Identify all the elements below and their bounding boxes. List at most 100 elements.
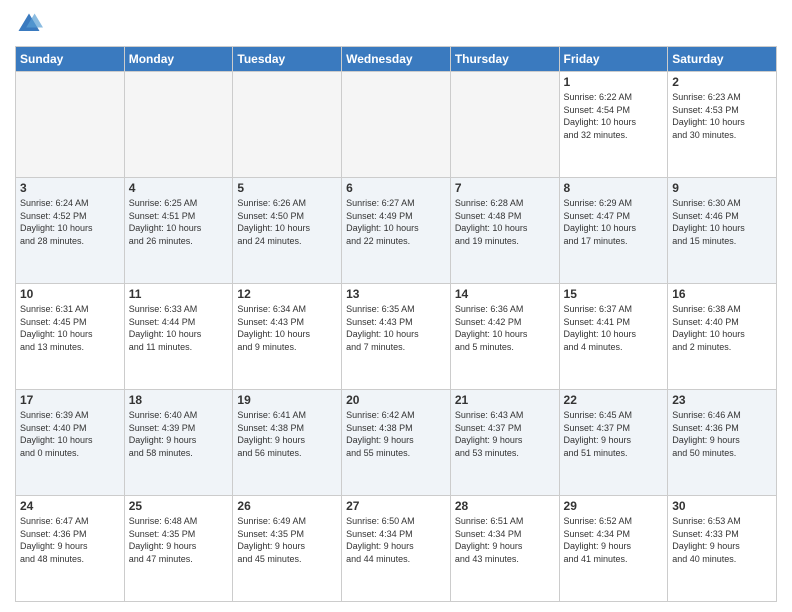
day-info: Sunrise: 6:24 AMSunset: 4:52 PMDaylight:… [20,197,120,247]
calendar-cell: 10Sunrise: 6:31 AMSunset: 4:45 PMDayligh… [16,284,125,390]
day-number: 26 [237,499,337,513]
day-number: 15 [564,287,664,301]
day-info: Sunrise: 6:47 AMSunset: 4:36 PMDaylight:… [20,515,120,565]
page: SundayMondayTuesdayWednesdayThursdayFrid… [0,0,792,612]
day-number: 11 [129,287,229,301]
calendar-header: SundayMondayTuesdayWednesdayThursdayFrid… [16,47,777,72]
calendar-cell: 2 Sunrise: 6:23 AMSunset: 4:53 PMDaylight… [668,72,777,178]
calendar-cell: 20 Sunrise: 6:42 AMSunset: 4:38 PMDayligh… [342,390,451,496]
calendar-cell: 9 Sunrise: 6:30 AMSunset: 4:46 PMDaylight… [668,178,777,284]
day-number: 12 [237,287,337,301]
calendar-cell: 18Sunrise: 6:40 AMSunset: 4:39 PMDayligh… [124,390,233,496]
weekday-header-friday: Friday [559,47,668,72]
day-number: 28 [455,499,555,513]
weekday-header-tuesday: Tuesday [233,47,342,72]
day-info: Sunrise: 6:23 AMSunset: 4:53 PMDaylight:… [672,91,772,141]
day-info: Sunrise: 6:22 AMSunset: 4:54 PMDaylight:… [564,91,664,141]
calendar-cell: 13 Sunrise: 6:35 AMSunset: 4:43 PMDayligh… [342,284,451,390]
calendar-cell: 29 Sunrise: 6:52 AMSunset: 4:34 PMDayligh… [559,496,668,602]
day-number: 2 [672,75,772,89]
day-number: 4 [129,181,229,195]
day-number: 29 [564,499,664,513]
day-info: Sunrise: 6:36 AMSunset: 4:42 PMDaylight:… [455,303,555,353]
day-number: 18 [129,393,229,407]
day-number: 30 [672,499,772,513]
day-info: Sunrise: 6:49 AMSunset: 4:35 PMDaylight:… [237,515,337,565]
day-number: 21 [455,393,555,407]
day-info: Sunrise: 6:30 AMSunset: 4:46 PMDaylight:… [672,197,772,247]
day-number: 22 [564,393,664,407]
day-number: 8 [564,181,664,195]
logo-icon [15,10,43,38]
day-info: Sunrise: 6:39 AMSunset: 4:40 PMDaylight:… [20,409,120,459]
calendar-cell: 15Sunrise: 6:37 AMSunset: 4:41 PMDayligh… [559,284,668,390]
week-row-4: 17 Sunrise: 6:39 AMSunset: 4:40 PMDayligh… [16,390,777,496]
header [15,10,777,38]
day-number: 5 [237,181,337,195]
day-number: 14 [455,287,555,301]
calendar-cell: 5 Sunrise: 6:26 AMSunset: 4:50 PMDaylight… [233,178,342,284]
day-number: 27 [346,499,446,513]
week-row-3: 10Sunrise: 6:31 AMSunset: 4:45 PMDayligh… [16,284,777,390]
calendar-cell: 17 Sunrise: 6:39 AMSunset: 4:40 PMDayligh… [16,390,125,496]
calendar-cell: 24 Sunrise: 6:47 AMSunset: 4:36 PMDayligh… [16,496,125,602]
day-number: 13 [346,287,446,301]
calendar-cell: 12 Sunrise: 6:34 AMSunset: 4:43 PMDayligh… [233,284,342,390]
calendar-cell: 11Sunrise: 6:33 AMSunset: 4:44 PMDayligh… [124,284,233,390]
weekday-header-monday: Monday [124,47,233,72]
day-info: Sunrise: 6:48 AMSunset: 4:35 PMDaylight:… [129,515,229,565]
day-info: Sunrise: 6:27 AMSunset: 4:49 PMDaylight:… [346,197,446,247]
calendar-cell: 3 Sunrise: 6:24 AMSunset: 4:52 PMDaylight… [16,178,125,284]
calendar-cell: 8Sunrise: 6:29 AMSunset: 4:47 PMDaylight… [559,178,668,284]
day-info: Sunrise: 6:34 AMSunset: 4:43 PMDaylight:… [237,303,337,353]
calendar-cell: 26 Sunrise: 6:49 AMSunset: 4:35 PMDayligh… [233,496,342,602]
calendar-cell [124,72,233,178]
calendar-body: 1 Sunrise: 6:22 AMSunset: 4:54 PMDaylight… [16,72,777,602]
day-info: Sunrise: 6:45 AMSunset: 4:37 PMDaylight:… [564,409,664,459]
calendar-cell: 28 Sunrise: 6:51 AMSunset: 4:34 PMDayligh… [450,496,559,602]
week-row-5: 24 Sunrise: 6:47 AMSunset: 4:36 PMDayligh… [16,496,777,602]
calendar-cell: 30 Sunrise: 6:53 AMSunset: 4:33 PMDayligh… [668,496,777,602]
day-number: 19 [237,393,337,407]
day-number: 20 [346,393,446,407]
day-info: Sunrise: 6:25 AMSunset: 4:51 PMDaylight:… [129,197,229,247]
day-number: 7 [455,181,555,195]
day-info: Sunrise: 6:26 AMSunset: 4:50 PMDaylight:… [237,197,337,247]
day-number: 17 [20,393,120,407]
weekday-header-thursday: Thursday [450,47,559,72]
day-info: Sunrise: 6:35 AMSunset: 4:43 PMDaylight:… [346,303,446,353]
calendar-cell: 27Sunrise: 6:50 AMSunset: 4:34 PMDayligh… [342,496,451,602]
weekday-header-sunday: Sunday [16,47,125,72]
calendar-cell: 4 Sunrise: 6:25 AMSunset: 4:51 PMDaylight… [124,178,233,284]
calendar-cell: 14 Sunrise: 6:36 AMSunset: 4:42 PMDayligh… [450,284,559,390]
calendar-cell [342,72,451,178]
day-number: 24 [20,499,120,513]
calendar-cell: 6 Sunrise: 6:27 AMSunset: 4:49 PMDaylight… [342,178,451,284]
day-number: 9 [672,181,772,195]
day-number: 16 [672,287,772,301]
week-row-1: 1 Sunrise: 6:22 AMSunset: 4:54 PMDaylight… [16,72,777,178]
day-number: 10 [20,287,120,301]
day-info: Sunrise: 6:46 AMSunset: 4:36 PMDaylight:… [672,409,772,459]
day-number: 6 [346,181,446,195]
calendar-cell [233,72,342,178]
weekday-header-wednesday: Wednesday [342,47,451,72]
calendar-cell: 16Sunrise: 6:38 AMSunset: 4:40 PMDayligh… [668,284,777,390]
day-info: Sunrise: 6:53 AMSunset: 4:33 PMDaylight:… [672,515,772,565]
day-number: 1 [564,75,664,89]
weekday-header-saturday: Saturday [668,47,777,72]
calendar-table: SundayMondayTuesdayWednesdayThursdayFrid… [15,46,777,602]
calendar-cell: 25Sunrise: 6:48 AMSunset: 4:35 PMDayligh… [124,496,233,602]
day-info: Sunrise: 6:51 AMSunset: 4:34 PMDaylight:… [455,515,555,565]
calendar-cell: 23Sunrise: 6:46 AMSunset: 4:36 PMDayligh… [668,390,777,496]
calendar-cell: 22 Sunrise: 6:45 AMSunset: 4:37 PMDayligh… [559,390,668,496]
weekday-row: SundayMondayTuesdayWednesdayThursdayFrid… [16,47,777,72]
day-number: 3 [20,181,120,195]
calendar-cell: 1 Sunrise: 6:22 AMSunset: 4:54 PMDaylight… [559,72,668,178]
week-row-2: 3 Sunrise: 6:24 AMSunset: 4:52 PMDaylight… [16,178,777,284]
day-info: Sunrise: 6:42 AMSunset: 4:38 PMDaylight:… [346,409,446,459]
calendar-cell: 21 Sunrise: 6:43 AMSunset: 4:37 PMDayligh… [450,390,559,496]
day-info: Sunrise: 6:52 AMSunset: 4:34 PMDaylight:… [564,515,664,565]
day-info: Sunrise: 6:43 AMSunset: 4:37 PMDaylight:… [455,409,555,459]
calendar-cell [16,72,125,178]
